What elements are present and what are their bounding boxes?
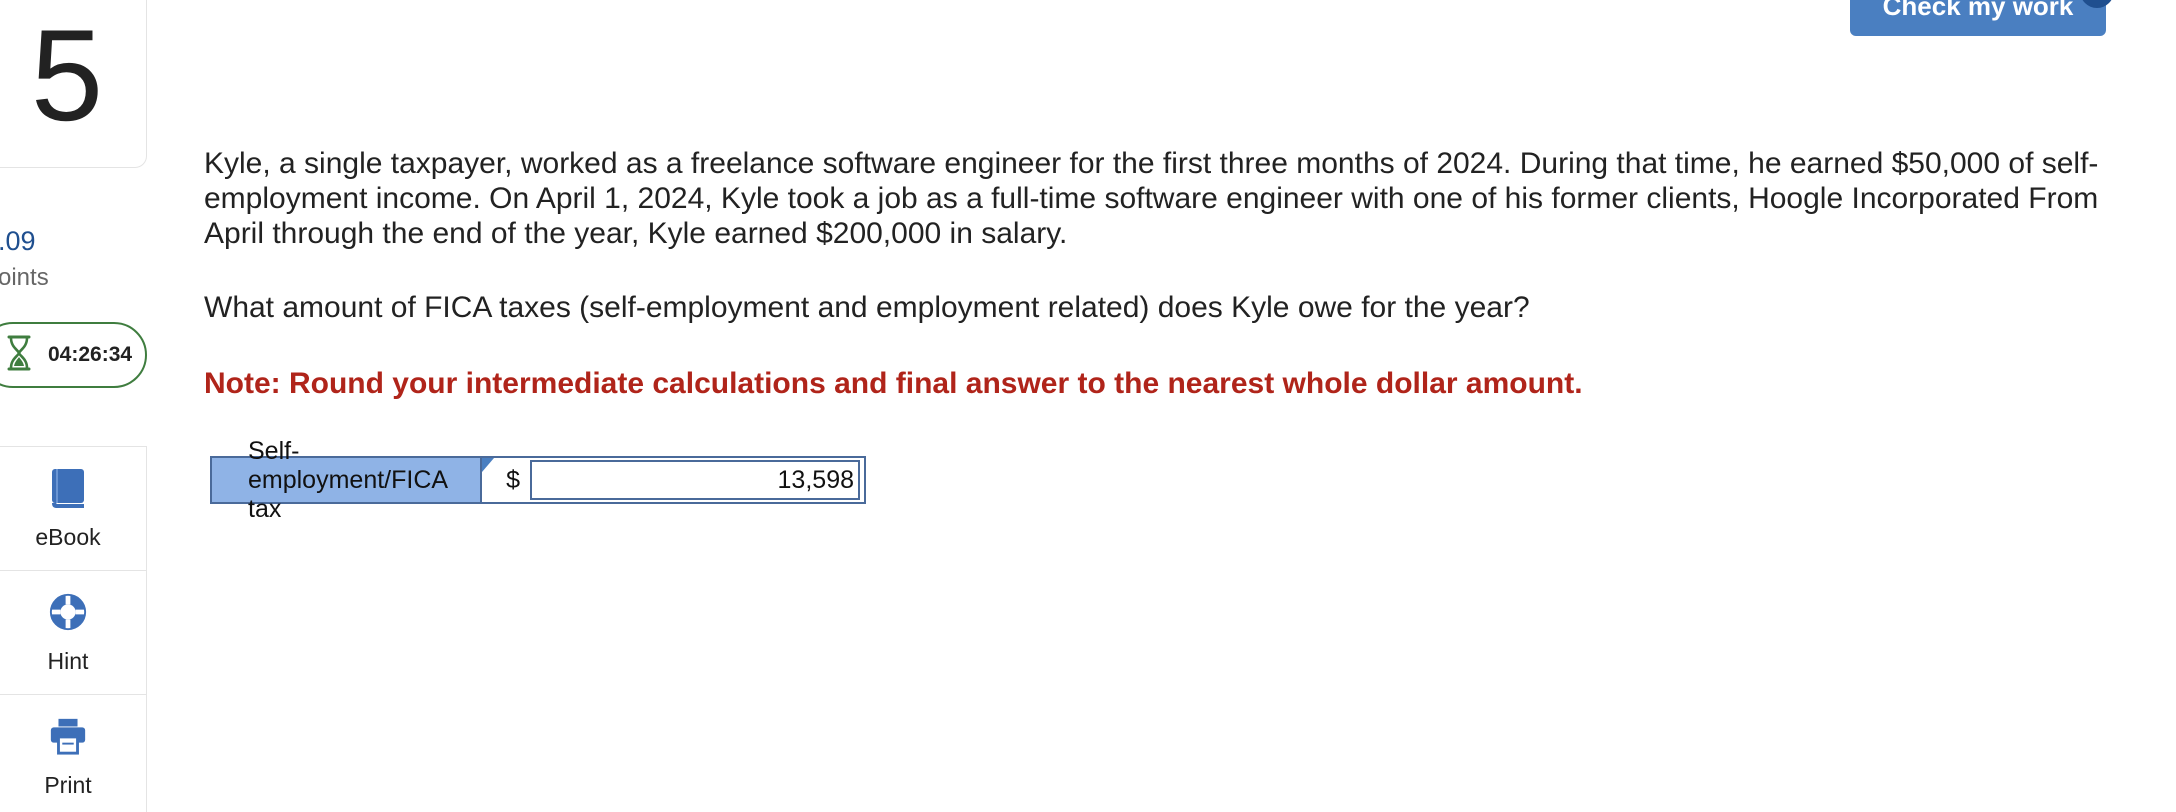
book-icon — [48, 467, 88, 514]
points-value: .09 — [0, 226, 36, 256]
rounding-note: Note: Round your intermediate calculatio… — [204, 367, 1583, 400]
cell-flag-icon — [482, 458, 495, 472]
fica-tax-input[interactable] — [530, 460, 860, 500]
check-my-work-button[interactable]: Check my work — [1850, 0, 2106, 36]
lifebuoy-icon — [48, 591, 88, 638]
tools-panel: eBook Hint Print — [0, 446, 147, 812]
page: 5 .09 oints 04:26:34 eBook Hint Print Ch… — [0, 0, 2176, 812]
currency-symbol: $ — [506, 465, 520, 494]
answer-table: Self-employment/FICA tax $ — [210, 437, 866, 523]
answer-label: Self-employment/FICA tax — [212, 437, 483, 523]
hint-button[interactable]: Hint — [0, 571, 146, 695]
ebook-label: eBook — [35, 523, 101, 550]
hint-label: Hint — [47, 647, 89, 674]
ebook-button[interactable]: eBook — [0, 447, 146, 571]
question-text: Kyle, a single taxpayer, worked as a fre… — [204, 147, 2099, 250]
hourglass-icon — [6, 335, 32, 376]
timer-value: 04:26:34 — [48, 343, 133, 366]
answer-cell: $ — [482, 458, 864, 502]
printer-icon — [48, 715, 88, 762]
timer[interactable]: 04:26:34 — [0, 322, 147, 388]
question-prompt: What amount of FICA taxes (self-employme… — [204, 291, 1530, 324]
points-label: oints — [0, 264, 49, 291]
print-button[interactable]: Print — [0, 695, 146, 812]
print-label: Print — [44, 771, 92, 798]
question-number: 5 — [30, 2, 104, 148]
